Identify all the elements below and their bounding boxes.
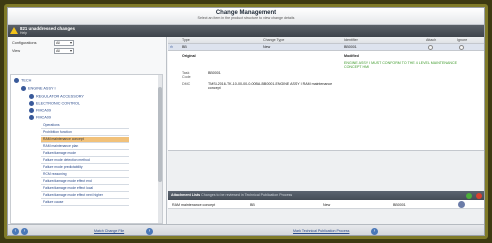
- tree-leaf[interactable]: RCM reasoning: [41, 172, 129, 178]
- ignore-radio[interactable]: [459, 45, 464, 50]
- footer-bar: ‹ › Match Change File › Mark Technical P…: [8, 224, 484, 235]
- tree-leaf[interactable]: Failure/damage mode: [41, 151, 129, 157]
- configurations-select[interactable]: All: [54, 40, 74, 46]
- column-attach: Attach: [426, 38, 437, 42]
- node-icon: [29, 101, 34, 106]
- attachment-spacer: [168, 209, 484, 224]
- scrollbar-thumb[interactable]: [158, 87, 162, 182]
- change-comparison: Original Modified ENGINE ASSY I MUST CON…: [168, 51, 484, 151]
- node-icon: [29, 108, 34, 113]
- add-icon[interactable]: [466, 192, 472, 199]
- attachment-bar: Attachment Lists Changes to be reviewed …: [168, 191, 484, 200]
- task-code-value: BB0001: [208, 71, 221, 75]
- tree-leaf[interactable]: Failure/damage mode effect next higher: [41, 193, 129, 199]
- tree-node[interactable]: FMCA09: [29, 115, 51, 120]
- attachment-subtitle: Changes to be reviewed in Technical Publ…: [201, 193, 293, 197]
- help-link[interactable]: Help: [20, 31, 27, 35]
- column-ignore: Ignore: [457, 38, 468, 42]
- remove-icon[interactable]: [476, 192, 482, 199]
- node-icon: [29, 94, 34, 99]
- dmc-label: DMC: [182, 82, 191, 86]
- tree-node-label: ELECTRONIC CONTROL: [36, 101, 81, 106]
- page-subtitle: Select an item in the product structure …: [197, 16, 295, 20]
- tree-leaf-selected[interactable]: RAM maintenance concept: [41, 137, 129, 143]
- tree-node[interactable]: FMCA09: [29, 108, 51, 113]
- tree-node-label: FMCA09: [36, 108, 51, 113]
- match-change-file-icon[interactable]: ›: [146, 228, 153, 235]
- tree-leaf[interactable]: Failure cause: [41, 200, 129, 206]
- tree-leaf[interactable]: RAM maintenance plan: [41, 144, 129, 150]
- banner-title: 821 unaddressed changes: [20, 26, 75, 31]
- column-identifier: Identifier: [344, 38, 358, 42]
- next-icon[interactable]: ›: [21, 228, 28, 235]
- table-row[interactable]: ⊖ BB New BB0001: [168, 44, 484, 51]
- dmc-value: TMSI-2016-TK-10-00-00-0-00BA-BB0001-ENGI…: [208, 82, 333, 90]
- tree-leaf[interactable]: Operations: [41, 123, 129, 129]
- info-icon[interactable]: [458, 201, 465, 208]
- row-change-type: New: [263, 45, 271, 49]
- unaddressed-changes-banner: 821 unaddressed changes Help: [8, 25, 484, 37]
- tree-node-label: ENGINE ASSY I: [28, 86, 56, 91]
- tree-scrollbar[interactable]: [158, 75, 162, 223]
- product-tree: TECH ENGINE ASSY I REGULATOR ACCESSORY E…: [10, 74, 163, 224]
- changes-table-header: Type Change Type Identifier Attach Ignor…: [168, 37, 484, 44]
- tree-node-label: FMCA09: [36, 115, 51, 120]
- tree-leaf[interactable]: Failure mode predictability: [41, 165, 129, 171]
- tree-node[interactable]: REGULATOR ACCESSORY: [29, 94, 84, 99]
- previous-icon[interactable]: ‹: [12, 228, 19, 235]
- attachment-title: Attachment Lists Changes to be reviewed …: [171, 193, 292, 197]
- title-bar: Change Management Select an item in the …: [8, 8, 484, 25]
- node-icon: [29, 115, 34, 120]
- page-title: Change Management: [215, 10, 277, 16]
- change-detail-panel: Type Change Type Identifier Attach Ignor…: [168, 37, 484, 224]
- attachment-id: BB0001: [393, 202, 406, 207]
- attachment-name: RAM maintenance concept: [172, 202, 216, 207]
- tree-node[interactable]: ELECTRONIC CONTROL: [29, 101, 80, 106]
- match-change-file-link[interactable]: Match Change File: [94, 229, 124, 233]
- tree-leaf[interactable]: Prohibition function: [41, 130, 129, 136]
- mark-publication-link[interactable]: Mark Technical Publication Process: [293, 229, 349, 233]
- tree-root-label: TECH: [21, 78, 32, 83]
- row-type: BB: [182, 45, 187, 49]
- view-select[interactable]: All: [54, 48, 74, 54]
- attachment-row[interactable]: RAM maintenance concept BB New BB0001: [168, 200, 484, 209]
- column-type: Type: [182, 38, 190, 42]
- tree-leaf[interactable]: Failure mode detection method: [41, 158, 129, 164]
- row-identifier: BB0001: [344, 45, 357, 49]
- view-label: View: [12, 49, 21, 53]
- mark-publication-icon[interactable]: ›: [371, 228, 378, 235]
- detail-spacer: [168, 151, 484, 191]
- tree-root[interactable]: TECH: [14, 78, 31, 83]
- task-code-label: Task Code: [182, 71, 191, 79]
- warning-icon: [10, 27, 18, 34]
- change-management-window: Change Management Select an item in the …: [7, 7, 485, 236]
- attachment-title-text: Attachment Lists: [171, 193, 201, 197]
- configurations-label: Configurations: [12, 41, 37, 45]
- attach-radio[interactable]: [428, 45, 433, 50]
- tree-node-engine[interactable]: ENGINE ASSY I: [21, 86, 56, 91]
- modified-heading: Modified: [344, 54, 359, 58]
- node-icon: [14, 78, 19, 83]
- column-change-type: Change Type: [263, 38, 285, 42]
- product-structure-panel: Configurations All View All TECH ENGINE …: [8, 37, 167, 224]
- original-heading: Original: [182, 54, 196, 58]
- tree-leaf[interactable]: Failure/damage mode effect end: [41, 179, 129, 185]
- tree-leaf[interactable]: Failure/damage mode effect local: [41, 186, 129, 192]
- attachment-change: New: [323, 202, 331, 207]
- node-icon: [21, 86, 26, 91]
- tree-node-label: REGULATOR ACCESSORY: [36, 94, 84, 99]
- window-frame: Change Management Select an item in the …: [4, 4, 488, 239]
- attachment-type: BB: [250, 202, 255, 207]
- modified-text: ENGINE ASSY I MUST CONFORM TO THE 4 LEVE…: [344, 61, 457, 69]
- expand-icon[interactable]: ⊖: [170, 45, 173, 49]
